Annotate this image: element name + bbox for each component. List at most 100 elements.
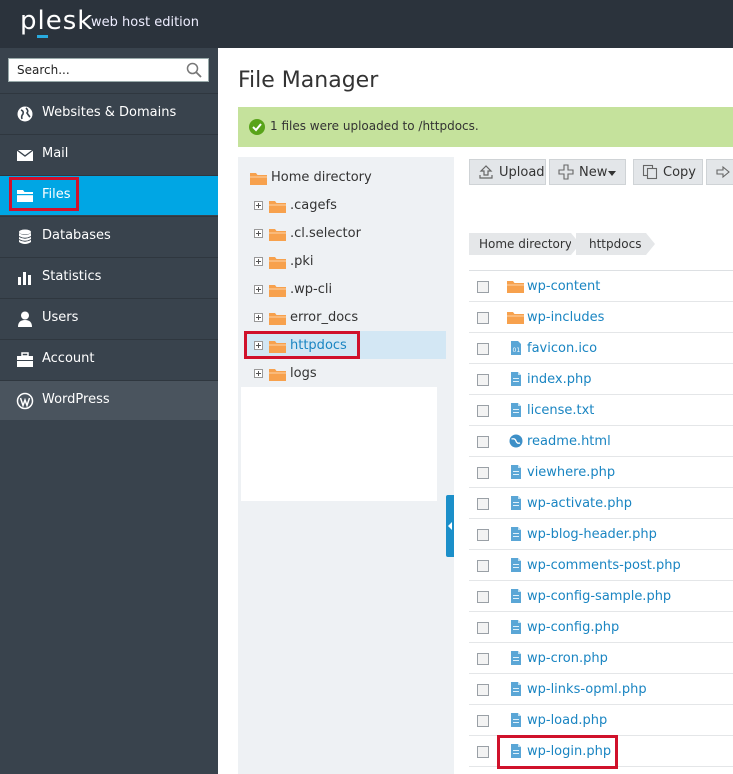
row-checkbox[interactable] (477, 560, 489, 572)
file-name-link[interactable]: wp-blog-header.php (527, 527, 657, 542)
file-row[interactable]: readme.html (469, 426, 733, 457)
file-name-link[interactable]: wp-config-sample.php (527, 589, 671, 604)
sidebar-item-wordpress[interactable]: WordPress (0, 380, 218, 420)
row-checkbox[interactable] (477, 312, 489, 324)
file-row[interactable]: wp-includes (469, 302, 733, 333)
sidebar-item-mail[interactable]: Mail (0, 134, 218, 174)
row-checkbox[interactable] (477, 529, 489, 541)
expand-icon[interactable] (254, 313, 263, 322)
copy-icon (642, 164, 658, 180)
tree-empty-area (241, 387, 437, 501)
row-checkbox[interactable] (477, 405, 489, 417)
file-icon (507, 681, 524, 697)
expand-icon[interactable] (254, 201, 263, 210)
tree-item-error-docs[interactable]: error_docs (254, 304, 444, 332)
database-icon (18, 229, 32, 244)
row-checkbox[interactable] (477, 591, 489, 603)
tree-item-home-directory[interactable]: Home directory (250, 164, 440, 192)
envelope-icon (16, 149, 34, 161)
file-name-link[interactable]: wp-links-opml.php (527, 682, 647, 697)
expand-icon[interactable] (254, 257, 263, 266)
row-checkbox[interactable] (477, 374, 489, 386)
expand-icon[interactable] (254, 369, 263, 378)
search-icon[interactable] (186, 62, 202, 78)
highlight-box (9, 177, 79, 211)
tree-item-cl-selector[interactable]: .cl.selector (254, 220, 444, 248)
file-name-link[interactable]: readme.html (527, 434, 611, 449)
sidebar-item-account[interactable]: Account (0, 339, 218, 379)
file-row[interactable]: license.txt (469, 395, 733, 426)
file-row[interactable]: wp-config.php (469, 612, 733, 643)
copy-button[interactable]: Copy (633, 159, 703, 185)
file-row[interactable]: wp-load.php (469, 705, 733, 736)
file-name-link[interactable]: wp-includes (527, 310, 604, 325)
row-checkbox[interactable] (477, 436, 489, 448)
panel-collapse-handle[interactable] (446, 495, 454, 557)
tree-item-wp-cli[interactable]: .wp-cli (254, 276, 444, 304)
file-row[interactable]: 01 favicon.ico (469, 333, 733, 364)
checkmark-icon (249, 119, 265, 135)
row-checkbox[interactable] (477, 622, 489, 634)
file-name-link[interactable]: wp-cron.php (527, 651, 608, 666)
tree-item-cagefs[interactable]: .cagefs (254, 192, 444, 220)
file-icon (507, 588, 524, 604)
file-name-link[interactable]: wp-config.php (527, 620, 619, 635)
file-name-link[interactable]: wp-activate.php (527, 496, 632, 511)
logo-text: plesk (20, 6, 94, 36)
sidebar-item-label: Databases (42, 228, 111, 243)
breadcrumb-home-directory[interactable]: Home directory (469, 233, 580, 255)
folder-icon (269, 313, 286, 325)
file-name-link[interactable]: wp-comments-post.php (527, 558, 681, 573)
sidebar-item-databases[interactable]: Databases (0, 216, 218, 256)
file-row[interactable]: wp-cron.php (469, 643, 733, 674)
tree-item-logs[interactable]: logs (254, 360, 444, 388)
file-row[interactable]: wp-comments-post.php (469, 550, 733, 581)
tree-item-label: error_docs (290, 310, 359, 325)
copy-button-label: Copy (663, 165, 696, 180)
folder-icon (507, 309, 524, 325)
file-icon (507, 650, 524, 666)
tree-item-label: .wp-cli (290, 282, 333, 297)
expand-icon[interactable] (254, 285, 263, 294)
row-checkbox[interactable] (477, 715, 489, 727)
file-name-link[interactable]: index.php (527, 372, 591, 387)
row-checkbox[interactable] (477, 684, 489, 696)
row-checkbox[interactable] (477, 746, 489, 758)
breadcrumb-label: httpdocs (589, 237, 642, 251)
file-name-link[interactable]: viewhere.php (527, 465, 615, 480)
file-row[interactable]: wp-content (469, 271, 733, 302)
upload-button-label: Upload (499, 165, 545, 180)
upload-button[interactable]: Upload (469, 159, 546, 185)
file-row[interactable]: wp-links-opml.php (469, 674, 733, 705)
sidebar-item-users[interactable]: Users (0, 298, 218, 338)
row-checkbox[interactable] (477, 281, 489, 293)
file-name-link[interactable]: favicon.ico (527, 341, 597, 356)
success-message-text: 1 files were uploaded to /httpdocs. (270, 119, 479, 133)
breadcrumb-httpdocs[interactable]: httpdocs (576, 233, 655, 255)
upload-icon (479, 165, 493, 179)
tree-item-pki[interactable]: .pki (254, 248, 444, 276)
row-checkbox[interactable] (477, 498, 489, 510)
row-checkbox[interactable] (477, 467, 489, 479)
row-checkbox[interactable] (477, 343, 489, 355)
edition-label: web host edition (91, 15, 199, 30)
new-button[interactable]: New (549, 159, 626, 185)
move-button[interactable] (706, 159, 733, 185)
file-name-link[interactable]: wp-content (527, 279, 600, 294)
file-name-link[interactable]: license.txt (527, 403, 594, 418)
search-input[interactable] (9, 59, 179, 81)
file-name-link[interactable]: wp-load.php (527, 713, 607, 728)
search-box (8, 58, 209, 82)
file-row[interactable]: wp-blog-header.php (469, 519, 733, 550)
file-row[interactable]: viewhere.php (469, 457, 733, 488)
file-row[interactable]: wp-activate.php (469, 488, 733, 519)
chevron-down-icon (608, 171, 616, 176)
sidebar-item-statistics[interactable]: Statistics (0, 257, 218, 297)
row-checkbox[interactable] (477, 653, 489, 665)
sidebar-item-websites-domains[interactable]: Websites & Domains (0, 93, 218, 133)
file-icon (507, 526, 524, 542)
file-row[interactable]: wp-config-sample.php (469, 581, 733, 612)
expand-icon[interactable] (254, 229, 263, 238)
directory-tree: Home directory .cagefs .cl.selector .pki… (238, 157, 454, 774)
file-row[interactable]: index.php (469, 364, 733, 395)
